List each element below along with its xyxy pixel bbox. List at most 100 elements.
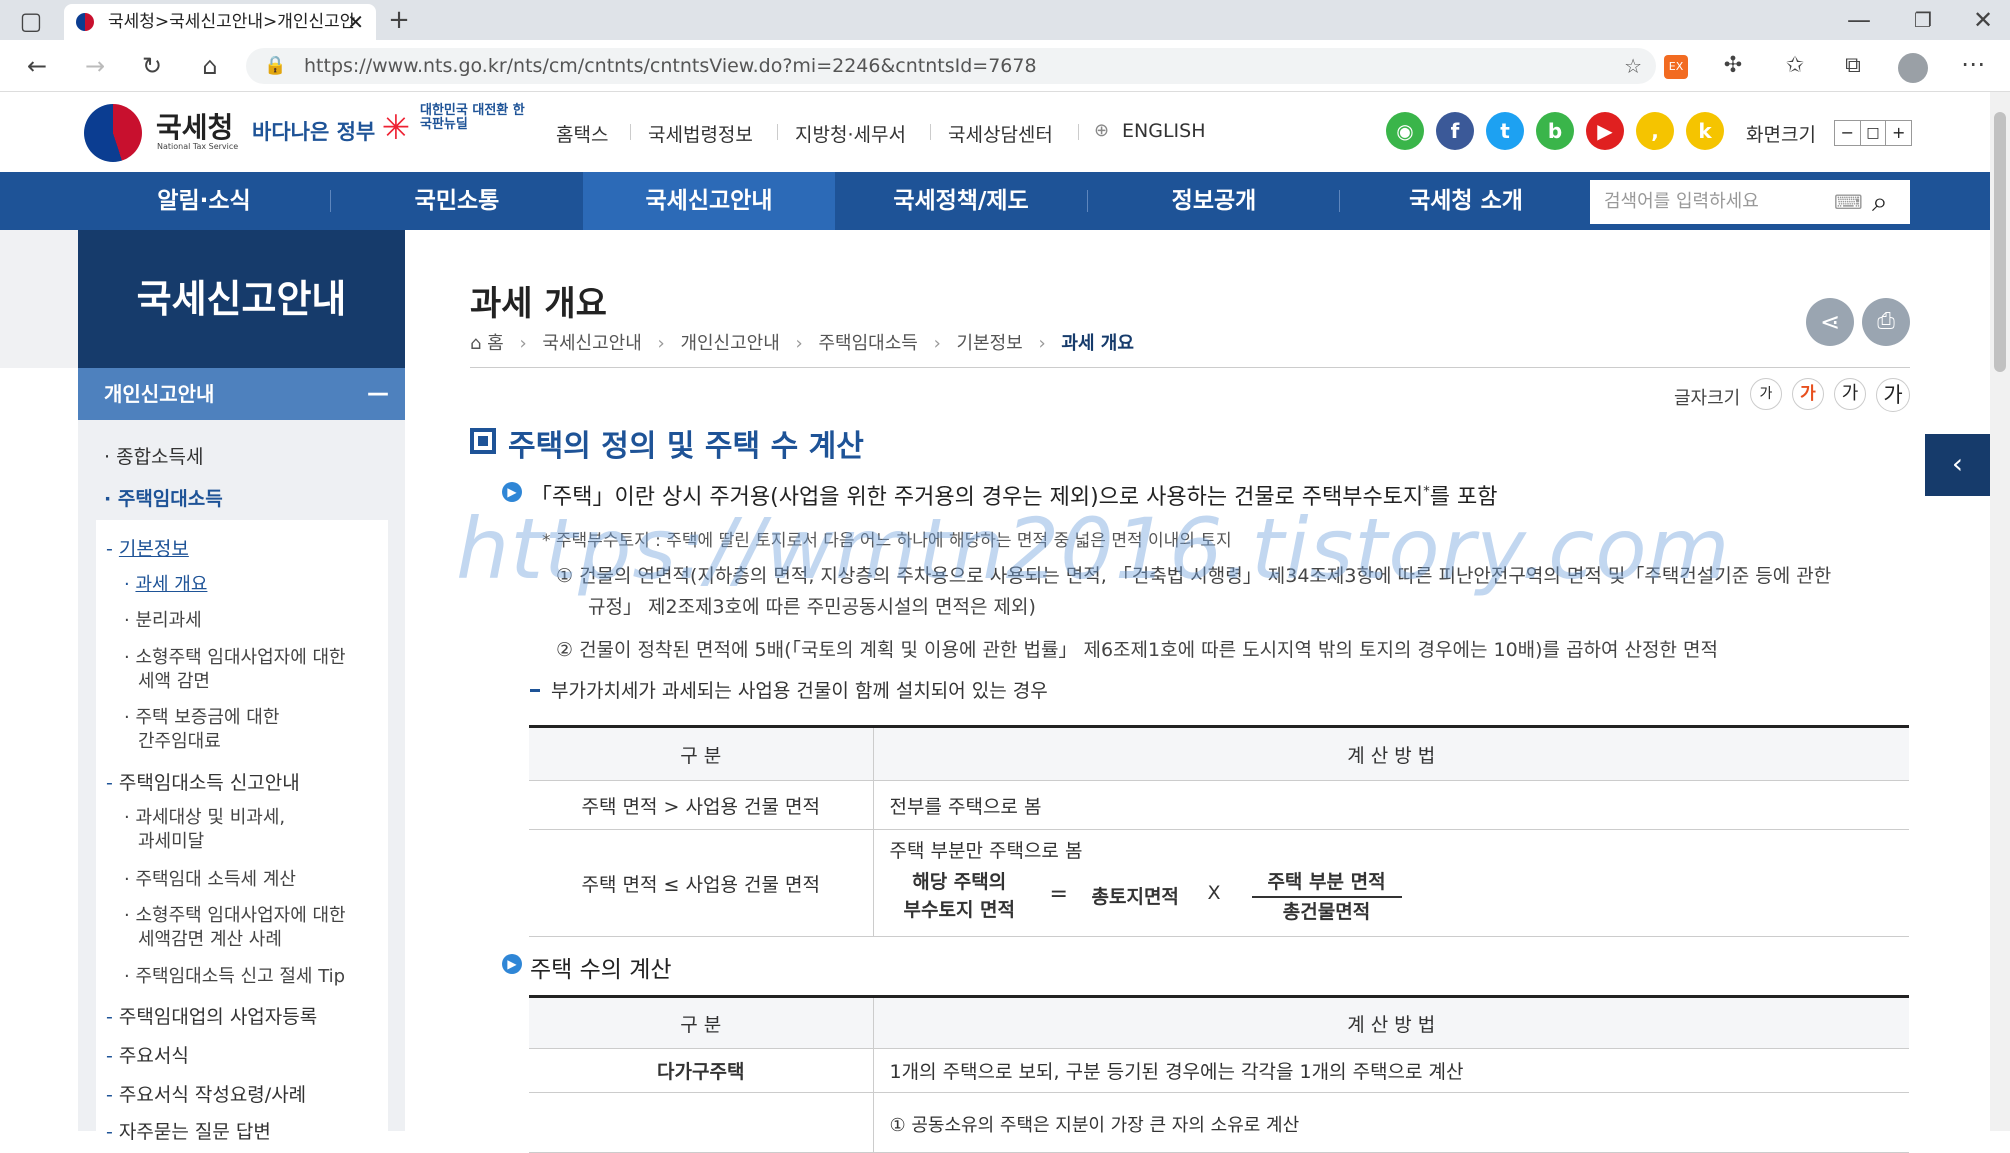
search-input[interactable]: 검색어를 입력하세요 ⌨ ⌕ [1590, 180, 1910, 224]
lnb-item-forms[interactable]: - 주요서식 [106, 1041, 189, 1068]
home-small-icon[interactable]: ⌂ [470, 333, 481, 354]
more-menu-icon[interactable]: ⋯ [1956, 49, 1990, 79]
table-cell: 주택 면적 ≤ 사업용 건물 면적 [529, 829, 874, 937]
lnb-item-small-house-reduction[interactable]: · 소형주택 임대사업자에 대한 세액 감면 [124, 646, 346, 694]
facebook-icon[interactable]: f [1436, 112, 1474, 150]
dash: - [106, 1084, 119, 1106]
font-large-button[interactable]: 가 [1834, 378, 1866, 410]
new-tab-icon[interactable]: + [382, 5, 416, 35]
scrollbar-thumb[interactable] [1994, 112, 2006, 372]
back-icon[interactable]: ← [20, 51, 54, 81]
font-xsmall-button[interactable]: 가 [1750, 378, 1782, 410]
breadcrumb-item[interactable]: 국세신고안내 [542, 333, 641, 354]
toplink-law[interactable]: 국세법령정보 [648, 120, 753, 147]
search-icon[interactable]: ⌕ [1872, 180, 1888, 224]
nav-notice[interactable]: 알림·소식 [78, 172, 330, 230]
lnb-item-global-income[interactable]: · 종합소득세 [104, 442, 204, 469]
lnb-item-line: 주택 보증금에 대한 [135, 707, 280, 728]
breadcrumb-item[interactable]: 주택임대소득 [818, 333, 917, 354]
house-count-table: 구 분 계 산 방 법 다가구주택 1개의 주택으로 보되, 구분 등기된 경우… [529, 995, 1909, 1153]
lnb-item-reduction-case[interactable]: · 소형주택 임대사업자에 대한 세액감면 계산 사례 [124, 904, 346, 952]
lnb-item-rental-income[interactable]: · 주택임대소득 [104, 484, 223, 511]
scrollbar[interactable] [1990, 92, 2010, 1131]
lnb-item-separate-tax[interactable]: · 분리과세 [124, 609, 202, 633]
table-header-row: 구 분 계 산 방 법 [529, 996, 1909, 1049]
toplink-office[interactable]: 지방청·세무서 [795, 120, 906, 147]
section-square-icon [470, 428, 496, 454]
zoom-out-button[interactable]: − [1835, 121, 1861, 145]
reload-icon[interactable]: ↻ [135, 51, 169, 81]
watermark: https://wmtn2016.tistory.com [456, 500, 1731, 598]
lnb-item-label: 기본정보 [118, 538, 189, 560]
home-icon[interactable]: ⌂ [193, 51, 227, 81]
lnb-item-tip[interactable]: · 주택임대소득 신고 절세 Tip [124, 965, 345, 989]
lnb-item-form-guide[interactable]: - 주요서식 작성요령/사례 [106, 1080, 306, 1107]
minimize-icon[interactable]: — [1842, 5, 1876, 35]
chevron-left-icon[interactable]: ‹ [1925, 434, 1990, 496]
lnb-item-label: 주택임대소득 [117, 488, 223, 510]
collapse-icon[interactable]: — [367, 368, 389, 420]
kakao-icon[interactable]: k [1686, 112, 1724, 150]
lnb-item-registration[interactable]: - 주택임대업의 사업자등록 [106, 1002, 317, 1029]
dash: - [106, 1121, 119, 1143]
extension-ex-icon[interactable]: EX [1664, 55, 1688, 79]
kakao-story-icon[interactable]: , [1636, 112, 1674, 150]
share-icon[interactable]: ⋖ [1806, 298, 1854, 346]
print-icon[interactable]: ⎙ [1862, 298, 1910, 346]
breadcrumb-item[interactable]: 기본정보 [957, 333, 1023, 354]
tab-actions-icon[interactable]: ▢ [14, 6, 48, 36]
nav-communication[interactable]: 국민소통 [331, 172, 583, 230]
nav-tax-filing[interactable]: 국세신고안내 [583, 172, 835, 230]
favorite-add-icon[interactable]: ☆ [1624, 48, 1642, 84]
gov-logo[interactable]: 바다나은 정부 [252, 116, 375, 146]
divider [1078, 124, 1079, 140]
toplink-hometax[interactable]: 홈택스 [556, 120, 608, 147]
nts-logo-icon[interactable] [84, 104, 142, 162]
nav-disclosure[interactable]: 정보공개 [1088, 172, 1340, 230]
formula-mid: 총토지면적 [1091, 886, 1179, 908]
nav-tax-policy[interactable]: 국세정책/제도 [835, 172, 1087, 230]
lnb-item-calc[interactable]: · 주택임대 소득세 계산 [124, 868, 296, 892]
extensions-icon[interactable]: ✣ [1716, 51, 1750, 81]
maximize-icon[interactable]: ❐ [1906, 5, 1940, 35]
profile-avatar[interactable] [1898, 53, 1928, 83]
table-cell: 전부를 주택으로 봄 [873, 780, 1909, 830]
forward-icon[interactable]: → [78, 51, 112, 81]
browser-tab[interactable]: 국세청>국세신고안내>개인신고안 ✕ [64, 4, 376, 40]
zoom-reset-button[interactable]: □ [1861, 121, 1887, 145]
logo-text[interactable]: 국세청 [156, 106, 233, 146]
table-row: 주택 면적 ≤ 사업용 건물 면적 주택 부분만 주택으로 봄 해당 주택의 부수… [529, 829, 1909, 937]
breadcrumb-item[interactable]: 개인신고안내 [680, 333, 779, 354]
address-bar[interactable]: 🔒 https://www.nts.go.kr/nts/cm/cntnts/cn… [246, 48, 1656, 84]
lnb-section-label: 개인신고안내 [104, 382, 215, 406]
table-header-cell: 계 산 방 법 [873, 996, 1909, 1049]
english-link[interactable]: ENGLISH [1122, 120, 1205, 142]
youtube-icon[interactable]: ▶ [1586, 112, 1624, 150]
lnb-item-taxable[interactable]: · 과세대상 및 비과세, 과세미달 [124, 806, 285, 854]
font-xlarge-button[interactable]: 가 [1876, 378, 1910, 412]
lnb-item-label: 주요서식 작성요령/사례 [118, 1084, 307, 1106]
blog-icon[interactable]: b [1536, 112, 1574, 150]
favorites-icon[interactable]: ✩ [1778, 51, 1812, 81]
collections-icon[interactable]: ⧉ [1836, 51, 1870, 81]
twitter-icon[interactable]: t [1486, 112, 1524, 150]
lnb-item-deposit[interactable]: · 주택 보증금에 대한 간주임대료 [124, 706, 279, 754]
font-normal-button[interactable]: 가 [1792, 378, 1824, 410]
tab-close-icon[interactable]: ✕ [347, 4, 364, 40]
lnb-item-line: 소형주택 임대사업자에 대한 [135, 647, 346, 668]
breadcrumb-item[interactable]: 홈 [487, 333, 504, 354]
lnb-item-overview[interactable]: · 과세 개요 [124, 573, 207, 597]
lnb-item-label: 과세 개요 [135, 574, 208, 595]
lnb-item-filing-guide[interactable]: - 주택임대소득 신고안내 [106, 768, 300, 795]
table-cell: 주택 면적 > 사업용 건물 면적 [529, 780, 874, 830]
lnb-section[interactable]: 개인신고안내 — [78, 368, 405, 420]
window-close-icon[interactable]: ✕ [1966, 5, 2000, 35]
keyboard-icon[interactable]: ⌨ [1834, 180, 1863, 224]
talk-icon[interactable]: ◉ [1386, 112, 1424, 150]
zoom-in-button[interactable]: + [1886, 121, 1911, 145]
nav-about[interactable]: 국세청 소개 [1340, 172, 1592, 230]
bullet-arrow-icon: ▶ [502, 954, 522, 974]
toplink-counsel[interactable]: 국세상담센터 [948, 120, 1053, 147]
url-text: https://www.nts.go.kr/nts/cm/cntnts/cntn… [304, 55, 1037, 77]
lnb-item-basic-info[interactable]: - 기본정보 [106, 534, 189, 561]
